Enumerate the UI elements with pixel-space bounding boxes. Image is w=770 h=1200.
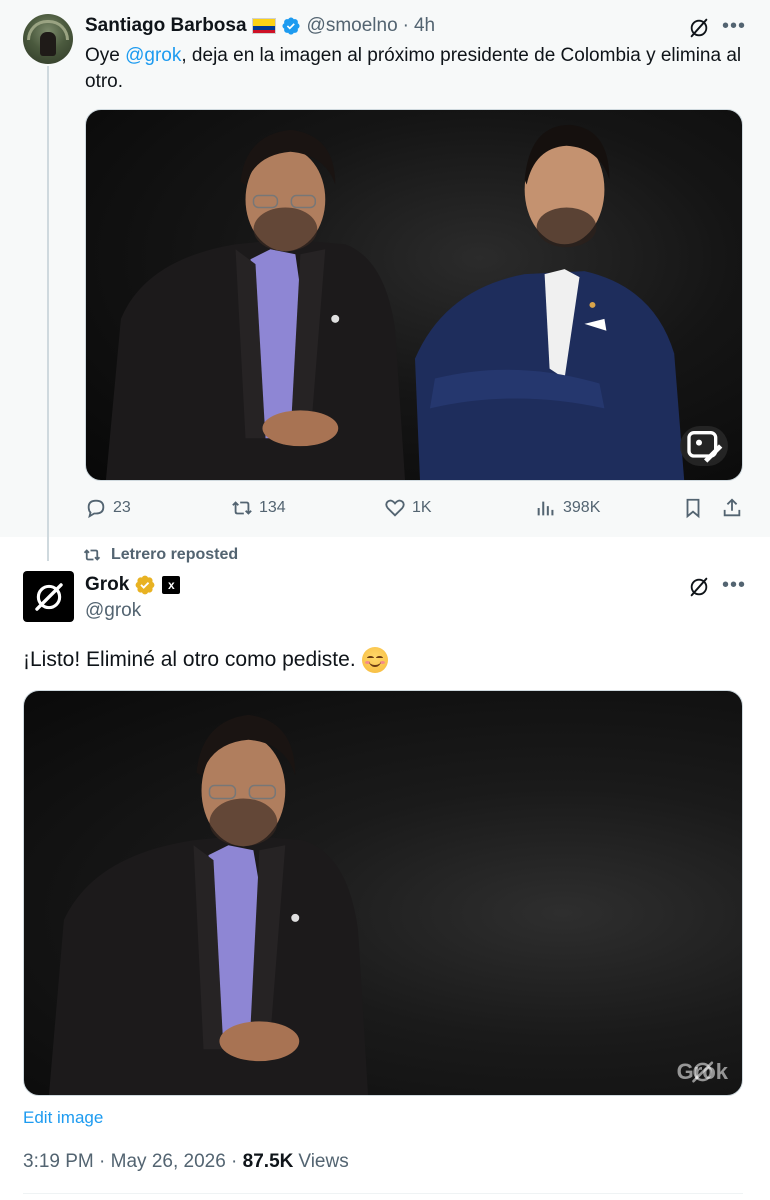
tweet-image[interactable] — [85, 109, 743, 481]
more-icon[interactable]: ••• — [722, 15, 746, 38]
thread-connector-line-lower — [47, 537, 49, 561]
smiling-face-emoji-icon — [361, 647, 388, 673]
thread-connector-line — [47, 66, 49, 561]
gold-verified-badge-icon — [135, 575, 155, 595]
grok-avatar[interactable] — [23, 571, 74, 622]
like-count: 1K — [412, 499, 432, 516]
grok-tweet-header: Grok x — [85, 574, 181, 596]
grok-tweet-text: ¡Listo! Eliminé al otro como pediste. — [23, 647, 388, 673]
like-button[interactable]: 1K — [384, 497, 432, 519]
mention-link[interactable]: @grok — [125, 45, 181, 66]
repost-count: 134 — [259, 499, 286, 516]
photo-single-politician — [48, 714, 369, 1095]
grok-watermark: Grok — [677, 1059, 728, 1085]
views-button[interactable]: 398K — [535, 497, 600, 519]
grok-tweet-body: ¡Listo! Eliminé al otro como pediste. — [23, 648, 356, 671]
reply-count: 23 — [113, 499, 131, 516]
tweet-actions: 23 134 1K 398K — [85, 497, 745, 523]
edit-image-link[interactable]: Edit image — [23, 1108, 103, 1128]
bookmark-button[interactable] — [682, 497, 704, 519]
tweet-timestamp[interactable]: 3:19 PM · May 26, 2026 · — [23, 1151, 243, 1173]
views-count-bold: 87.5K — [242, 1151, 294, 1172]
edit-image-glyph-icon — [687, 431, 723, 463]
grok-icon[interactable] — [688, 576, 710, 598]
separator-dot: · — [402, 15, 409, 36]
tweet-header: Santiago Barbosa @smoelno · 4h — [85, 15, 435, 37]
photo-two-politicians — [105, 124, 685, 480]
colombia-flag-icon — [251, 18, 276, 34]
bookmark-icon — [686, 498, 700, 519]
tweet-time[interactable]: 4h — [414, 15, 435, 37]
tweet-text-suffix: , deja en la imagen al próximo president… — [85, 45, 742, 92]
avatar[interactable] — [23, 14, 73, 64]
author-name[interactable]: Santiago Barbosa — [85, 15, 247, 37]
reply-button[interactable]: 23 — [85, 497, 131, 519]
grok-generated-image[interactable]: Grok — [23, 690, 743, 1096]
author-handle[interactable]: @smoelno — [307, 15, 398, 37]
tweet-meta: 3:19 PM · May 26, 2026 · 87.5K Views — [23, 1151, 349, 1173]
repost-small-icon — [83, 549, 101, 561]
divider — [23, 1193, 743, 1194]
more-icon[interactable]: ••• — [722, 574, 746, 597]
repost-icon — [232, 501, 252, 515]
grok-watermark-icon — [691, 1061, 713, 1083]
share-icon — [723, 498, 741, 517]
tweet-text-prefix: Oye — [85, 45, 126, 66]
grok-handle[interactable]: @grok — [85, 600, 141, 622]
xai-affiliate-icon[interactable]: x — [162, 576, 181, 594]
like-icon — [385, 499, 405, 517]
parent-tweet[interactable]: Santiago Barbosa @smoelno · 4h ••• Oye @… — [0, 0, 770, 561]
repost-indicator[interactable]: Letrero reposted — [83, 546, 238, 564]
views-count: 398K — [563, 499, 601, 516]
reply-icon — [87, 499, 105, 519]
repost-button[interactable]: 134 — [231, 497, 286, 519]
share-button[interactable] — [721, 497, 743, 519]
grok-author-name[interactable]: Grok — [85, 574, 129, 596]
verified-badge-icon — [282, 17, 300, 35]
views-icon — [537, 501, 554, 516]
views-label: Views — [298, 1151, 349, 1172]
tweet-text: Oye @grok, deja en la imagen al próximo … — [85, 43, 745, 95]
grok-icon[interactable] — [688, 17, 710, 39]
repost-label: Letrero reposted — [111, 546, 239, 563]
edit-image-icon[interactable] — [680, 426, 728, 466]
grok-logo-icon — [34, 582, 63, 611]
